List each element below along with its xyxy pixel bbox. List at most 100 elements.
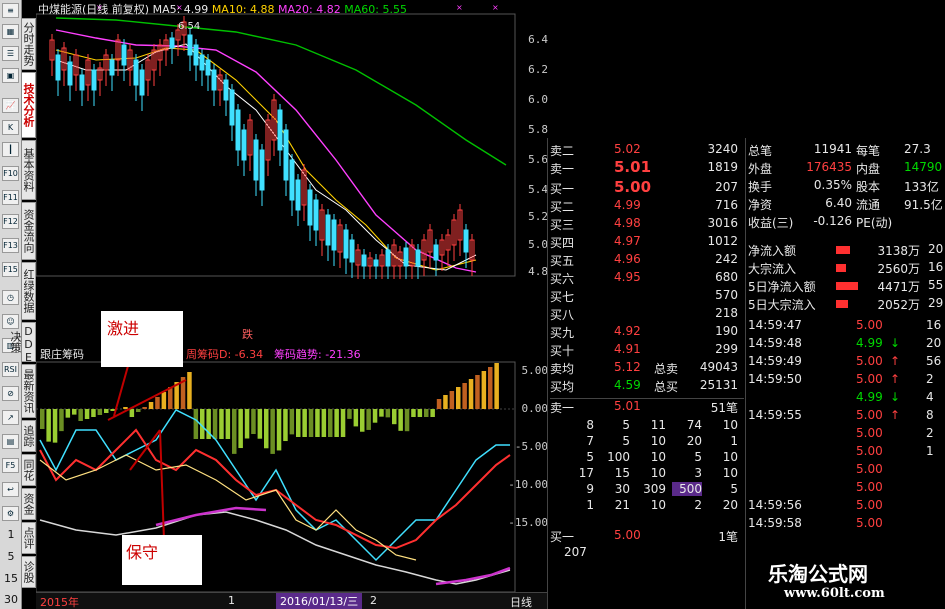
- indicator-bar: [78, 409, 83, 421]
- queue-cell: 500: [672, 482, 702, 496]
- stop-icon[interactable]: ⊘: [2, 386, 19, 401]
- people-icon[interactable]: ☺: [2, 314, 19, 329]
- indicator-bar: [84, 409, 90, 419]
- indicator-bar: [315, 409, 320, 437]
- avg-label: 买均: [550, 380, 575, 394]
- tab-review[interactable]: 点评: [22, 522, 36, 554]
- indicator-title[interactable]: 跟庄筹码: [40, 346, 84, 362]
- f5-button[interactable]: F5: [2, 458, 19, 473]
- candle-body: [229, 89, 235, 126]
- period-30[interactable]: 30: [2, 593, 20, 606]
- indicator-bar: [392, 409, 397, 425]
- ind-axis-label: -10.00: [508, 478, 548, 491]
- total-label: 总卖: [654, 362, 679, 376]
- dial-icon[interactable]: ◷: [2, 290, 19, 305]
- queue-cell: 309: [643, 482, 666, 496]
- indicator-bar: [481, 371, 487, 409]
- kline-tool-button[interactable]: K: [2, 120, 19, 135]
- tab-news[interactable]: 最新资讯: [22, 364, 36, 418]
- indicator-bar: [475, 375, 480, 409]
- indicator-bar: [366, 409, 371, 430]
- tab-redgreen[interactable]: 红绿数据: [22, 262, 36, 320]
- candle-body: [133, 59, 139, 86]
- candle-body: [199, 54, 205, 71]
- f10-button[interactable]: F10: [2, 166, 19, 181]
- flow-label: 5日大宗流入: [748, 298, 816, 312]
- list-icon[interactable]: ☰: [2, 46, 19, 61]
- stock-name: 中煤能源(日线 前复权): [38, 3, 150, 16]
- tab-fundflow[interactable]: 资金流向: [22, 202, 36, 260]
- date-bar: 2015年 1 2016/01/13/三 2 日线: [36, 592, 549, 609]
- queue-cell: 15: [614, 466, 630, 480]
- candle-body: [205, 59, 211, 76]
- tick-row: 14:59:49 5.00 ↑ 56: [748, 354, 945, 372]
- settings-icon[interactable]: ⚙: [2, 506, 19, 521]
- queue-cell: 1: [586, 498, 594, 512]
- grid-icon[interactable]: ▦: [2, 24, 19, 39]
- tab-timeshare[interactable]: 分时走势: [22, 18, 36, 70]
- period-15[interactable]: 15: [2, 572, 20, 585]
- ind-magenta-line-right: [435, 566, 511, 586]
- flow-bar: [836, 282, 858, 290]
- period-label[interactable]: 日线: [510, 594, 532, 609]
- flow-value: 3138万: [877, 244, 920, 258]
- tab-track[interactable]: 追踪: [22, 420, 36, 452]
- f11-button[interactable]: F11: [2, 190, 19, 205]
- candle-body: [283, 129, 289, 181]
- stat-row: 换手 0.35% 股本 133亿: [748, 178, 945, 196]
- tab-diagnose[interactable]: 诊股: [22, 556, 36, 588]
- indicator-bar: [155, 397, 160, 409]
- stat-key: 每笔: [856, 144, 881, 158]
- arrow-icon[interactable]: ↗: [2, 410, 19, 425]
- indicator-bar: [296, 409, 301, 437]
- f12-button[interactable]: F12: [2, 214, 19, 229]
- tick-row: 14:59:48 4.99 ↓ 20: [748, 336, 945, 354]
- window-icon[interactable]: ▣: [2, 68, 19, 83]
- indicator-bar: [264, 409, 269, 449]
- tab-tonghua[interactable]: 同花: [22, 454, 36, 486]
- indicator-bar: [385, 409, 391, 418]
- queue-cell: 5: [622, 418, 630, 432]
- level-price: 5.00: [614, 178, 652, 196]
- period-5[interactable]: 5: [2, 550, 20, 563]
- tab-technical[interactable]: 技术分析: [22, 72, 36, 138]
- tab-dde[interactable]: DDE决策: [9, 322, 36, 364]
- back-icon[interactable]: ↩: [2, 482, 19, 497]
- avg-row: 卖均 5.12 总卖 49043: [550, 360, 744, 377]
- period-1[interactable]: 1: [2, 528, 20, 541]
- tab-basic[interactable]: 基本资料: [22, 140, 36, 200]
- indicator-bar: [456, 387, 461, 409]
- indicator-bar: [59, 409, 64, 432]
- queue-cell: 5: [586, 450, 594, 464]
- chart-header: 中煤能源(日线 前复权) MA5: 4.99 MA10: 4.88 MA20: …: [38, 1, 407, 17]
- rsi-button[interactable]: RSI: [2, 362, 19, 377]
- f15-button[interactable]: F15: [2, 262, 19, 277]
- flow-row: 5日大宗流入 2052万 29: [748, 296, 945, 314]
- avg-price: 5.12: [614, 360, 641, 374]
- left-toolbar: ≡ ▦ ☰ ▣ 📈 K ┃ F10 F11 F12 F13 F15 ◷ ☺ ▥ …: [0, 0, 22, 609]
- level-volume: 242: [715, 252, 738, 266]
- queue-price: 5.01: [614, 399, 641, 413]
- tick-row: 14:59:47 5.00 16: [748, 318, 945, 336]
- menu-icon[interactable]: ≡: [2, 3, 19, 18]
- stat-key: PE(动): [856, 216, 893, 230]
- candle-body: [415, 249, 421, 267]
- indicator-bar: [289, 409, 295, 435]
- candle-icon[interactable]: ┃: [2, 142, 19, 157]
- indicator-bar: [379, 409, 384, 417]
- indicator-bar: [443, 395, 448, 409]
- tick-arrow: ↑: [890, 354, 901, 368]
- f13-button[interactable]: F13: [2, 238, 19, 253]
- tick-price: 5.00: [856, 354, 883, 368]
- level-volume: 218: [715, 306, 738, 320]
- doc-icon[interactable]: ▤: [2, 434, 19, 449]
- tick-time: 14:59:55: [748, 408, 802, 422]
- order-book-row: 买十 4.91 299: [550, 342, 744, 359]
- flow-row: 5日净流入额 4471万 55: [748, 278, 945, 296]
- indicator-bar: [417, 409, 423, 417]
- queue-row: 8 5 11 74 10: [550, 418, 744, 435]
- tab-fund[interactable]: 资金: [22, 488, 36, 520]
- chart-icon[interactable]: 📈: [2, 98, 19, 113]
- tick-time: 14:59:56: [748, 498, 802, 512]
- stat-row: 收益(三) -0.126 PE(动): [748, 214, 945, 232]
